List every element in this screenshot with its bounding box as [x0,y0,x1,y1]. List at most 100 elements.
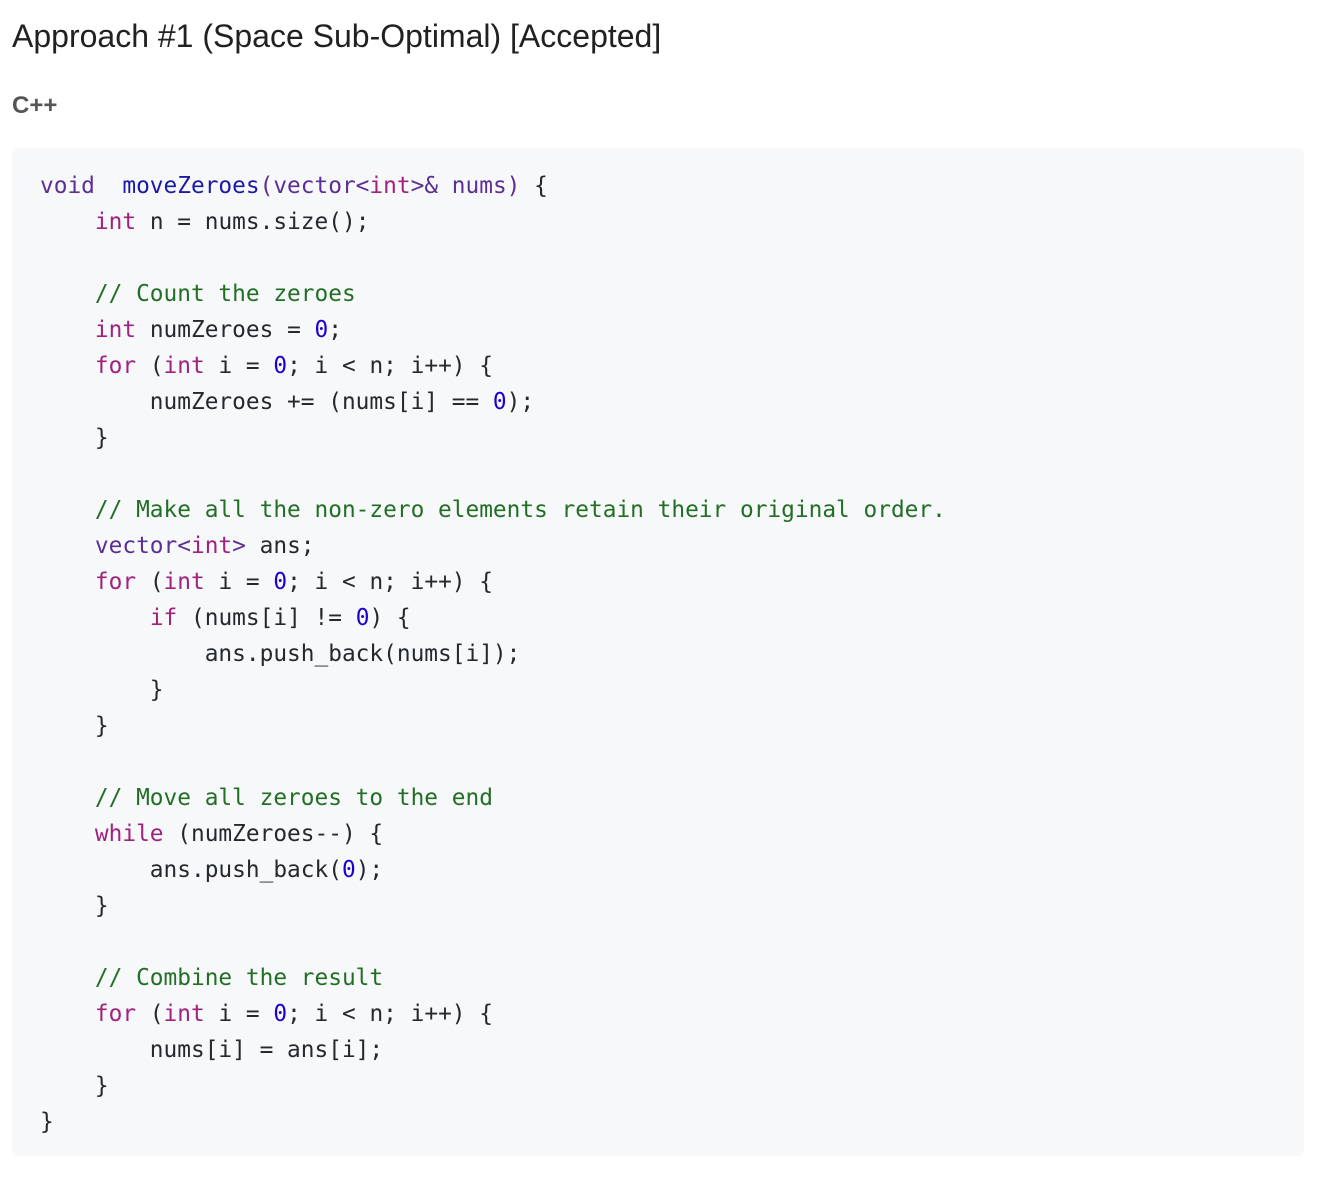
code-token-comment: // Combine the result [94,965,384,991]
code-token: } [40,425,109,451]
code-token-keyword: if [149,605,178,631]
code-language-label: C++ [12,92,58,119]
code-token-keyword: for [94,353,137,379]
code-line: } [40,420,1304,456]
code-token-keyword: int [163,353,205,379]
code-token: nums[i] = ans[i]; [40,1037,384,1063]
code-line: } [40,672,1304,708]
code-token: i = [204,353,274,379]
code-line: } [40,1104,1304,1140]
code-token-func: moveZeroes [122,173,260,199]
code-token-comment: // Move all zeroes to the end [94,785,493,811]
code-content: void moveZeroes(vector<int>& nums) { int… [40,168,1304,1140]
code-line: for (int i = 0; i < n; i++) { [40,564,1304,600]
code-token-keyword: for [94,1001,137,1027]
code-token: ans.push_back(nums[i]); [40,641,521,667]
code-line: // Move all zeroes to the end [40,780,1304,816]
code-line: } [40,1068,1304,1104]
code-token: ; i < n; i++) { [287,353,493,379]
code-line: void moveZeroes(vector<int>& nums) { [40,168,1304,204]
code-line: for (int i = 0; i < n; i++) { [40,348,1304,384]
code-token-type: void [40,173,95,199]
code-token: i = [204,1001,274,1027]
code-token: } [40,677,164,703]
code-token: ( [136,353,164,379]
code-token-number: 0 [355,605,370,631]
code-line: } [40,888,1304,924]
code-line: while (numZeroes--) { [40,816,1304,852]
code-token: { [520,173,548,199]
code-token: ; [328,317,342,343]
code-token-type: vector< [94,533,191,559]
code-line: ans.push_back(nums[i]); [40,636,1304,672]
code-token: ) { [369,605,411,631]
code-token: ( [136,569,164,595]
code-line: vector<int> ans; [40,528,1304,564]
code-token: i = [204,569,274,595]
code-line: // Count the zeroes [40,276,1304,312]
code-token: } [40,1073,109,1099]
code-token: ; i < n; i++) { [287,569,493,595]
code-token-type: > [232,533,246,559]
code-token: ans.push_back( [40,857,342,883]
code-line: if (nums[i] != 0) { [40,600,1304,636]
code-token-number: 0 [314,317,329,343]
code-line: int numZeroes = 0; [40,312,1304,348]
code-line: for (int i = 0; i < n; i++) { [40,996,1304,1032]
code-token-comment: // Make all the non-zero elements retain… [94,497,946,523]
code-token-keyword: int [369,173,411,199]
page-title: Approach #1 (Space Sub-Optimal) [Accepte… [12,18,662,54]
code-token-keyword: int [94,317,137,343]
code-token-number: 0 [273,569,288,595]
code-token: ( [136,1001,164,1027]
code-token-keyword: int [190,533,233,559]
code-token-keyword: int [163,1001,205,1027]
code-line: nums[i] = ans[i]; [40,1032,1304,1068]
code-token: n = nums.size(); [136,209,370,235]
code-token: } [40,713,109,739]
code-token: (nums[i] != [177,605,356,631]
code-line: // Combine the result [40,960,1304,996]
code-token: numZeroes += (nums[i] == [40,389,493,415]
code-block: void moveZeroes(vector<int>& nums) { int… [12,148,1304,1156]
code-line: numZeroes += (nums[i] == 0); [40,384,1304,420]
code-token: ; i < n; i++) { [287,1001,493,1027]
code-token: numZeroes = [136,317,315,343]
code-token-keyword: for [94,569,137,595]
code-token: ); [355,857,384,883]
code-token-number: 0 [341,857,356,883]
code-token: (numZeroes--) { [163,821,384,847]
code-token-keyword: int [163,569,205,595]
code-token-number: 0 [273,1001,288,1027]
code-line: // Make all the non-zero elements retain… [40,492,1304,528]
code-token-comment: // Count the zeroes [94,281,356,307]
code-token-type: >& nums) [410,173,521,199]
code-line: int n = nums.size(); [40,204,1304,240]
code-line: } [40,708,1304,744]
code-token: } [40,893,109,919]
code-line: ans.push_back(0); [40,852,1304,888]
code-token-keyword: while [94,821,164,847]
code-token-type: (vector< [259,173,370,199]
code-token-keyword: int [94,209,137,235]
code-token-number: 0 [492,389,507,415]
code-token: ); [506,389,535,415]
code-token: } [40,1109,54,1135]
